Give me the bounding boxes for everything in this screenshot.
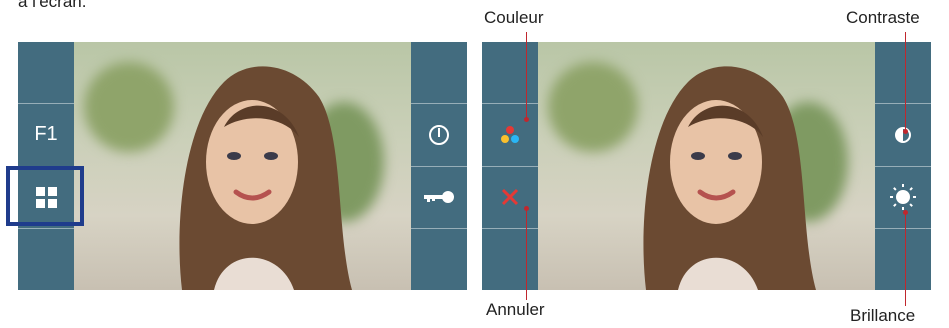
- f1-label: F1: [34, 123, 58, 146]
- power-button[interactable]: [411, 104, 467, 167]
- callout-dot-annuler: [524, 206, 529, 211]
- close-icon: [501, 189, 519, 206]
- callout-contraste: Contraste: [846, 8, 920, 27]
- visitor-face-image: [179, 66, 352, 290]
- callout-brillance: Brillance: [850, 306, 916, 325]
- settings-right-button-4[interactable]: [875, 229, 931, 290]
- selected-menu-highlight: [6, 166, 84, 226]
- sun-icon: [890, 184, 916, 211]
- door-open-button[interactable]: [411, 167, 467, 229]
- right-button-column: [411, 42, 467, 290]
- intro-text-fragment: à l'écran.: [18, 0, 87, 11]
- callout-line-annuler: [526, 208, 527, 300]
- cancel-button[interactable]: [482, 167, 538, 229]
- callout-dot-couleur: [524, 117, 529, 122]
- settings-left-button-4[interactable]: [482, 229, 538, 290]
- contrast-button[interactable]: [875, 104, 931, 167]
- callout-line-couleur: [526, 32, 527, 120]
- settings-left-button-1[interactable]: [482, 42, 538, 105]
- callout-line-brillance: [905, 212, 906, 306]
- left-button-1[interactable]: [18, 42, 74, 105]
- color-dots-icon: [501, 125, 519, 143]
- right-button-1[interactable]: [411, 42, 467, 105]
- visitor-face-image: [643, 66, 816, 290]
- key-icon: [424, 191, 454, 204]
- power-icon: [429, 124, 449, 145]
- f1-button[interactable]: F1: [18, 104, 74, 167]
- video-feed: [74, 42, 411, 290]
- color-button[interactable]: [482, 104, 538, 167]
- callout-dot-contraste: [903, 129, 908, 134]
- monitor-screen-main: F1: [6, 42, 467, 290]
- callout-couleur: Couleur: [484, 8, 544, 27]
- callout-line-contraste: [905, 32, 906, 132]
- settings-right-column: [875, 42, 931, 290]
- callout-annuler: Annuler: [486, 300, 545, 319]
- settings-right-button-1[interactable]: [875, 42, 931, 105]
- right-button-4[interactable]: [411, 229, 467, 290]
- left-button-4[interactable]: [18, 229, 74, 290]
- monitor-screen-settings: [482, 42, 931, 290]
- video-feed-settings: [538, 42, 875, 290]
- settings-left-column: [482, 42, 538, 290]
- brightness-button[interactable]: [875, 167, 931, 229]
- callout-dot-brillance: [903, 210, 908, 215]
